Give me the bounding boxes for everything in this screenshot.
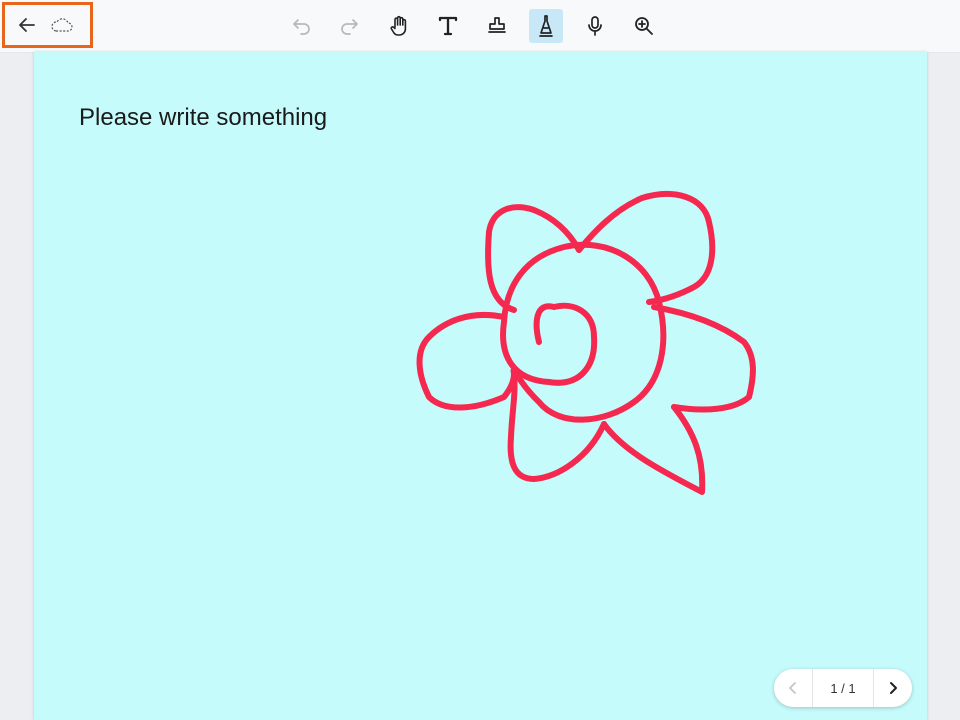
highlighted-nav-group bbox=[2, 2, 93, 48]
microphone-icon bbox=[588, 16, 602, 36]
undo-icon bbox=[293, 19, 310, 35]
chevron-right-icon bbox=[890, 682, 897, 694]
zoom-button[interactable] bbox=[627, 9, 661, 43]
cloud-sync-button[interactable] bbox=[45, 8, 79, 42]
chevron-left-icon bbox=[789, 682, 796, 694]
petal-left-stroke bbox=[416, 311, 517, 411]
text-icon bbox=[438, 16, 458, 36]
stamp-icon bbox=[488, 17, 506, 33]
back-button[interactable] bbox=[10, 8, 44, 42]
petal-lower-left-stroke bbox=[507, 374, 607, 482]
zoom-in-icon bbox=[635, 17, 653, 35]
petal-right-stroke bbox=[651, 304, 756, 413]
cloud-dashed-icon bbox=[51, 18, 73, 32]
hand-icon bbox=[390, 15, 407, 36]
page-navigator: 1 / 1 bbox=[774, 669, 912, 707]
page-indicator: 1 / 1 bbox=[812, 669, 874, 707]
pen-nib-icon bbox=[539, 15, 553, 37]
undo-button[interactable] bbox=[284, 9, 318, 43]
redo-icon bbox=[341, 19, 358, 35]
spiral-center-stroke bbox=[500, 241, 667, 423]
redo-button[interactable] bbox=[333, 9, 367, 43]
arrow-left-icon bbox=[19, 18, 35, 32]
top-toolbar bbox=[0, 0, 960, 53]
text-tool-button[interactable] bbox=[431, 9, 465, 43]
next-page-button[interactable] bbox=[874, 669, 912, 707]
prev-page-button[interactable] bbox=[774, 669, 812, 707]
pen-tool-button[interactable] bbox=[529, 9, 563, 43]
stamp-tool-button[interactable] bbox=[480, 9, 514, 43]
hand-tool-button[interactable] bbox=[382, 9, 416, 43]
flower-drawing bbox=[416, 191, 756, 495]
petal-lower-right-stroke bbox=[601, 404, 706, 495]
voice-button[interactable] bbox=[578, 9, 612, 43]
drawing-canvas[interactable]: Please write something bbox=[34, 52, 927, 720]
